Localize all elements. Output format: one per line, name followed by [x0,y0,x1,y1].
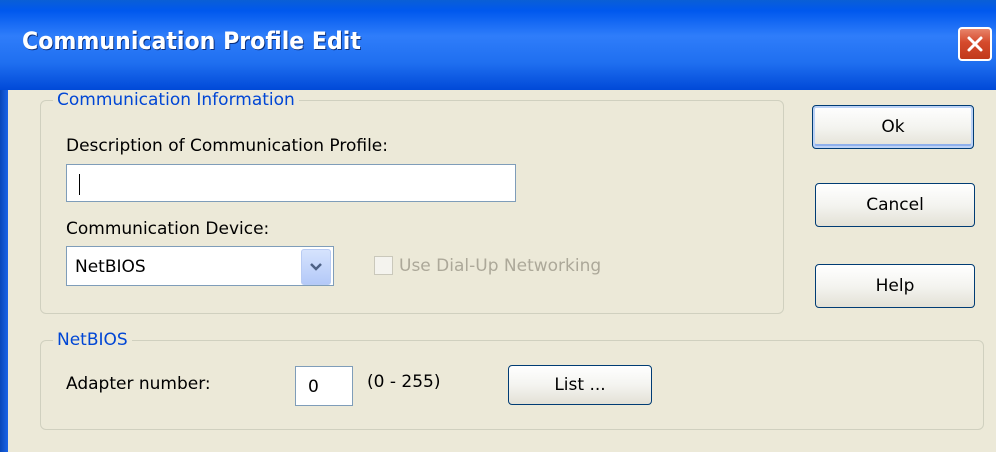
communication-information-legend: Communication Information [53,90,299,110]
netbios-legend: NetBIOS [53,330,132,350]
dialup-checkbox[interactable] [374,256,393,275]
adapter-range-label: (0 - 255) [367,372,441,392]
list-button[interactable]: List ... [508,365,652,405]
text-caret [79,174,80,195]
ok-button[interactable]: Ok [812,105,974,149]
window-left-border [0,90,8,452]
cancel-button[interactable]: Cancel [815,183,975,227]
help-button[interactable]: Help [815,264,975,308]
adapter-number-label: Adapter number: [66,374,211,394]
device-select-dropdown-button[interactable] [301,249,331,285]
description-input[interactable] [66,164,516,202]
device-label: Communication Device: [66,219,270,239]
description-label: Description of Communication Profile: [66,136,388,156]
adapter-number-input[interactable]: 0 [295,366,353,406]
adapter-number-value: 0 [308,377,319,397]
window-title: Communication Profile Edit [22,27,361,55]
chevron-down-icon [310,263,322,271]
title-bar: Communication Profile Edit [0,0,996,90]
close-button[interactable] [958,27,992,61]
dialup-label: Use Dial-Up Networking [399,256,602,276]
device-select[interactable]: NetBIOS [66,246,334,286]
close-icon [967,36,983,52]
device-select-value: NetBIOS [75,257,146,277]
